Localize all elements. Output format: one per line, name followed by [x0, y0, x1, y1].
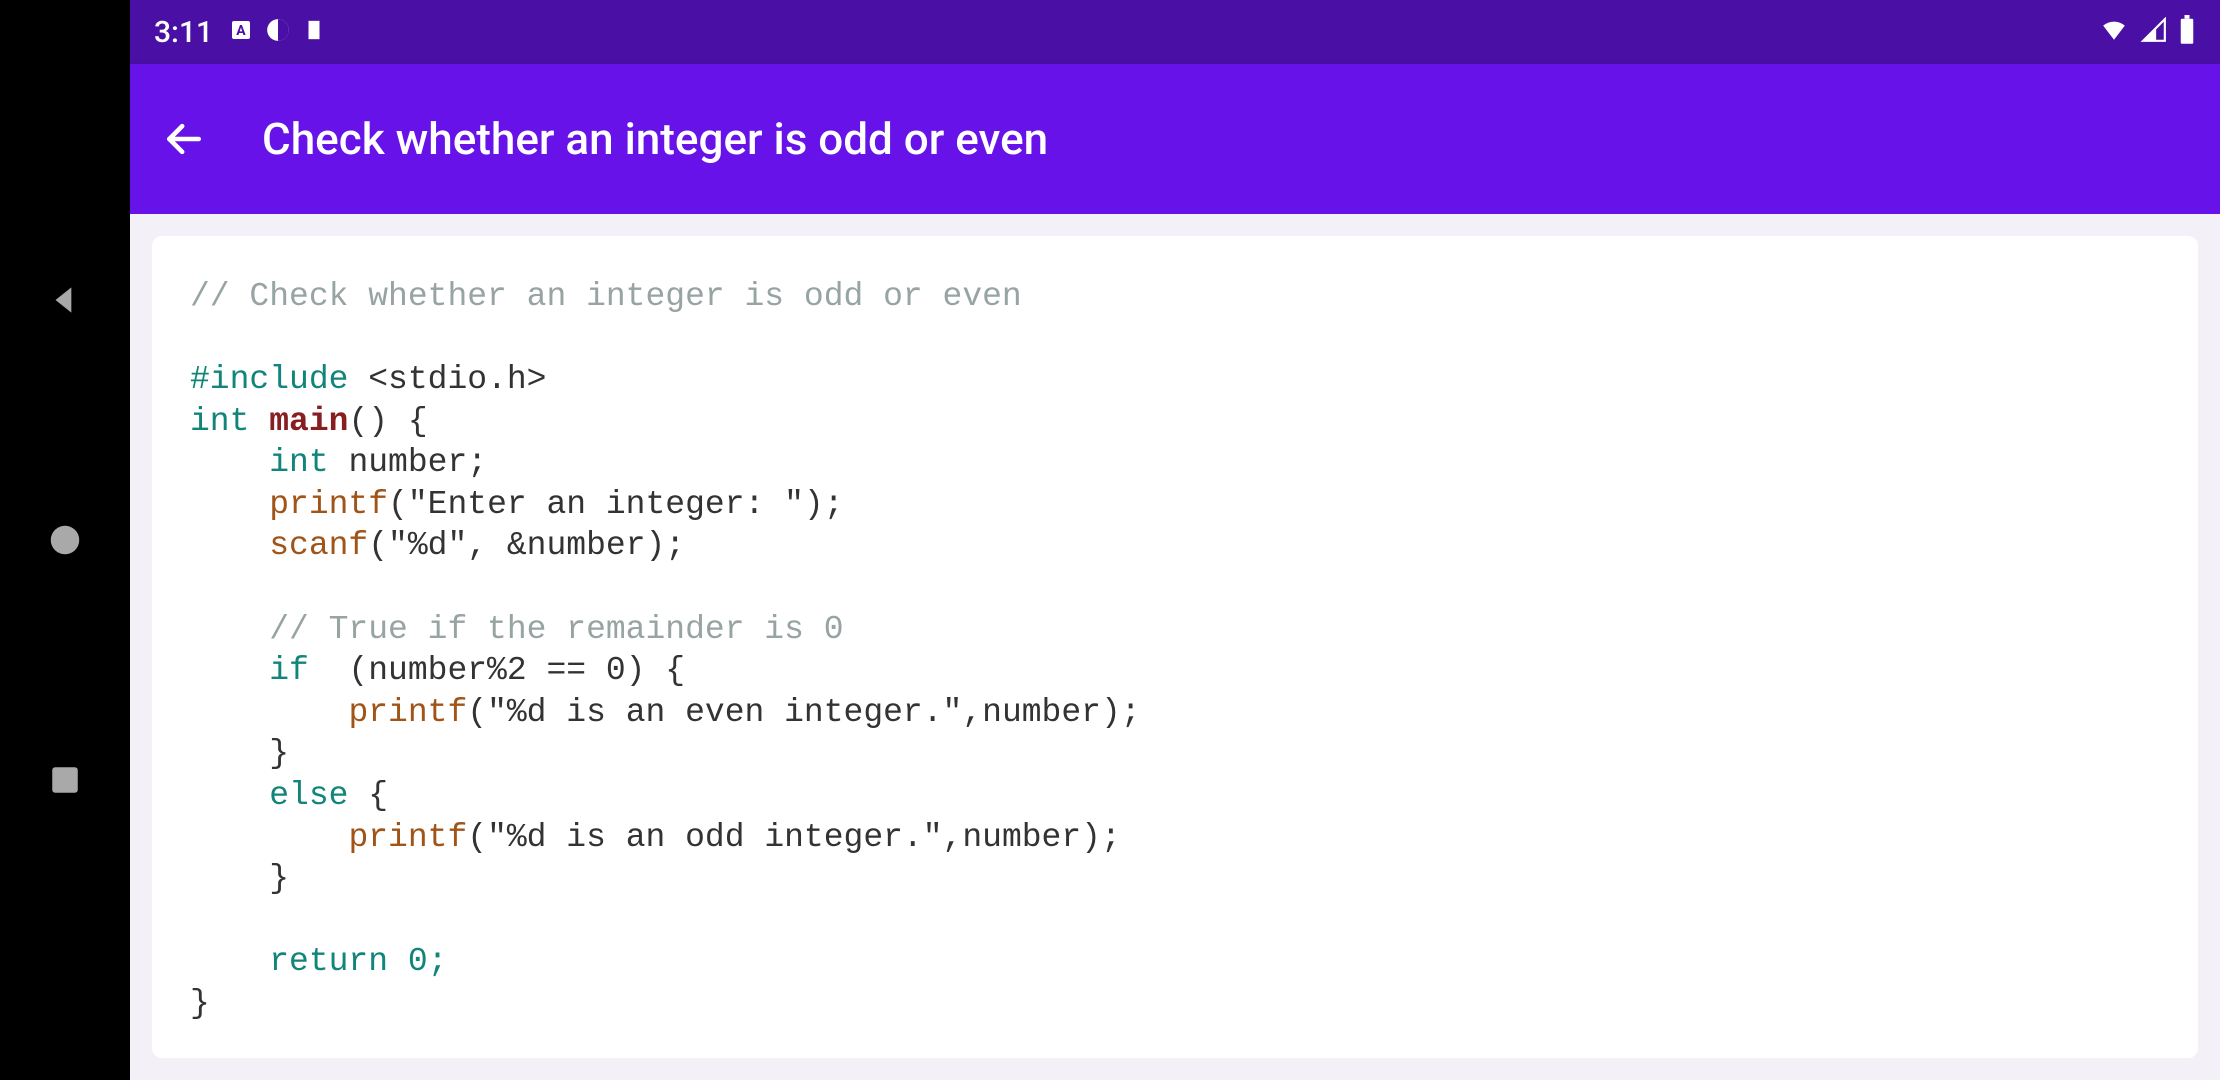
code-var: number;	[329, 444, 487, 481]
status-icon-a: A	[229, 18, 253, 46]
code-brace: }	[269, 735, 289, 772]
code-comment: // Check whether an integer is odd or ev…	[190, 278, 1022, 315]
code-brace: }	[190, 985, 210, 1022]
code-retval: 0;	[388, 943, 447, 980]
code-main: main	[249, 403, 348, 440]
status-icon-sd	[303, 17, 325, 47]
code-block: // Check whether an integer is odd or ev…	[190, 276, 2160, 1024]
status-left: 3:11 A	[154, 15, 325, 50]
status-right	[2098, 15, 2196, 49]
nav-home-icon[interactable]	[43, 518, 87, 562]
code-main-paren: () {	[348, 403, 427, 440]
code-brace: {	[348, 777, 388, 814]
code-args: ("%d is an odd integer.",number);	[467, 819, 1121, 856]
nav-back-icon[interactable]	[43, 278, 87, 322]
code-card: // Check whether an integer is odd or ev…	[152, 236, 2198, 1058]
code-cond: (number%2 == 0) {	[309, 652, 685, 689]
content-area: // Check whether an integer is odd or ev…	[130, 214, 2220, 1080]
page-title: Check whether an integer is odd or even	[262, 113, 1048, 165]
code-include: #include	[190, 361, 348, 398]
code-args: ("Enter an integer: ");	[388, 486, 843, 523]
nav-recent-icon[interactable]	[43, 758, 87, 802]
status-icon-circle	[265, 17, 291, 47]
code-brace: }	[269, 860, 289, 897]
code-else: else	[269, 777, 348, 814]
code-int: int	[190, 403, 249, 440]
code-include-header: <stdio.h>	[348, 361, 546, 398]
code-args: ("%d is an even integer.",number);	[467, 694, 1140, 731]
main-area: 3:11 A	[130, 0, 2220, 1080]
code-int: int	[269, 444, 328, 481]
code-return: return	[269, 943, 388, 980]
back-button[interactable]	[158, 113, 210, 165]
battery-icon	[2178, 15, 2196, 49]
svg-text:A: A	[236, 23, 246, 39]
system-nav-bar	[0, 0, 130, 1080]
code-printf: printf	[348, 819, 467, 856]
code-if: if	[269, 652, 309, 689]
app-bar: Check whether an integer is odd or even	[130, 64, 2220, 214]
signal-icon	[2140, 17, 2168, 47]
code-args: ("%d", &number);	[368, 527, 685, 564]
arrow-left-icon	[162, 117, 206, 161]
status-time: 3:11	[154, 15, 213, 50]
wifi-icon	[2098, 17, 2130, 47]
code-printf: printf	[269, 486, 388, 523]
code-scanf: scanf	[269, 527, 368, 564]
status-bar: 3:11 A	[130, 0, 2220, 64]
code-comment: // True if the remainder is 0	[269, 611, 843, 648]
code-printf: printf	[348, 694, 467, 731]
status-icons-left: A	[229, 17, 325, 47]
